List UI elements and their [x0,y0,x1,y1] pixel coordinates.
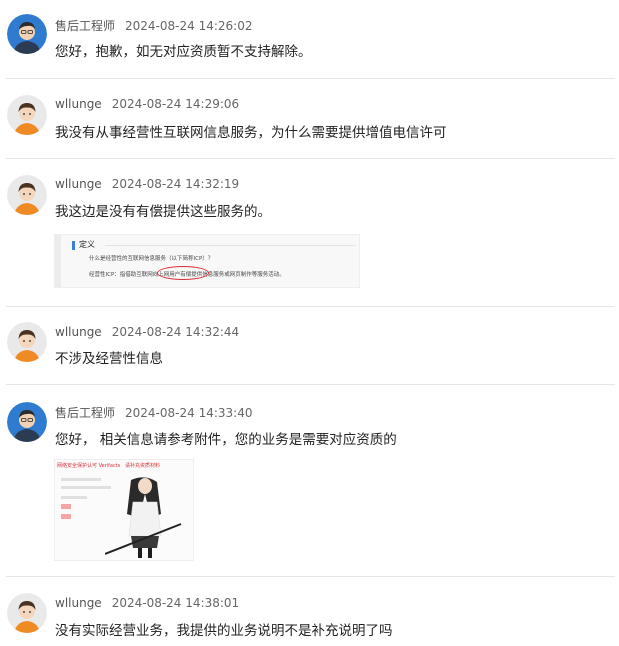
user-avatar[interactable] [7,322,47,362]
image-attachment[interactable]: 定义 什么是经营性的互联网信息服务（以下简称ICP）？ 经营性ICP：指借助互联… [54,234,360,288]
figure-image [105,477,182,558]
message-meta: wllunge 2024-08-24 14:29:06 [55,97,239,111]
message-text: 您好， 相关信息请参考附件，您的业务是需要对应资质的 [55,432,397,448]
message-item: wllunge 2024-08-24 14:32:44 不涉及经营性信息 [0,306,619,384]
attachment-title: 网络安全保护认可 Verifacts [57,463,121,469]
message-meta: wllunge 2024-08-24 14:32:44 [55,325,239,339]
message-text: 不涉及经营性信息 [55,351,163,367]
timestamp: 2024-08-24 14:33:40 [125,406,253,420]
author-name: wllunge [55,97,102,111]
user-avatar[interactable] [7,593,47,633]
author-name: 售后工程师 [55,19,116,33]
message-meta: wllunge 2024-08-24 14:38:01 [55,596,239,610]
user-avatar[interactable] [7,175,47,215]
timestamp: 2024-08-24 14:32:19 [111,177,240,191]
message-meta: 售后工程师 2024-08-24 14:33:40 [55,404,252,421]
user-avatar[interactable] [7,95,47,135]
image-attachment[interactable]: 网络安全保护认可 Verifacts 请补充资质材料 [54,459,194,561]
timestamp: 2024-08-24 14:29:06 [111,97,240,111]
message-meta: wllunge 2024-08-24 14:32:19 [55,177,239,191]
message-item: 售后工程师 2024-08-24 14:33:40 您好， 相关信息请参考附件，您… [0,384,619,576]
message-item: wllunge 2024-08-24 14:29:06 我没有从事经营性互联网信息… [0,78,619,158]
message-text: 没有实际经营业务，我提供的业务说明不是补充说明了吗 [55,623,393,639]
engineer-avatar[interactable] [7,402,47,442]
timestamp: 2024-08-24 14:38:01 [111,596,240,610]
message-text: 您好，抱歉，如无对应资质暂不支持解除。 [55,44,312,60]
author-name: 售后工程师 [55,406,116,420]
message-text: 我没有从事经营性互联网信息服务，为什么需要提供增值电信许可 [55,125,447,141]
highlight-circle [157,266,209,280]
message-meta: 售后工程师 2024-08-24 14:26:02 [55,17,252,34]
message-item: wllunge 2024-08-24 14:32:19 我这边是没有有偿提供这些服… [0,158,619,306]
attachment-question: 什么是经营性的互联网信息服务（以下简称ICP）？ [89,256,214,262]
attachment-heading: 定义 [79,240,95,249]
timestamp: 2024-08-24 14:32:44 [111,325,240,339]
author-name: wllunge [55,596,102,610]
message-thread: 售后工程师 2024-08-24 14:26:02 您好，抱歉，如无对应资质暂不支… [0,0,619,646]
timestamp: 2024-08-24 14:26:02 [125,19,253,33]
message-item: wllunge 2024-08-24 14:38:01 没有实际经营业务，我提供的… [0,576,619,646]
engineer-avatar[interactable] [7,14,47,54]
author-name: wllunge [55,177,102,191]
message-text: 我这边是没有有偿提供这些服务的。 [55,204,271,220]
message-item: 售后工程师 2024-08-24 14:26:02 您好，抱歉，如无对应资质暂不支… [0,0,619,78]
author-name: wllunge [55,325,102,339]
attachment-note: 请补充资质材料 [125,463,161,469]
